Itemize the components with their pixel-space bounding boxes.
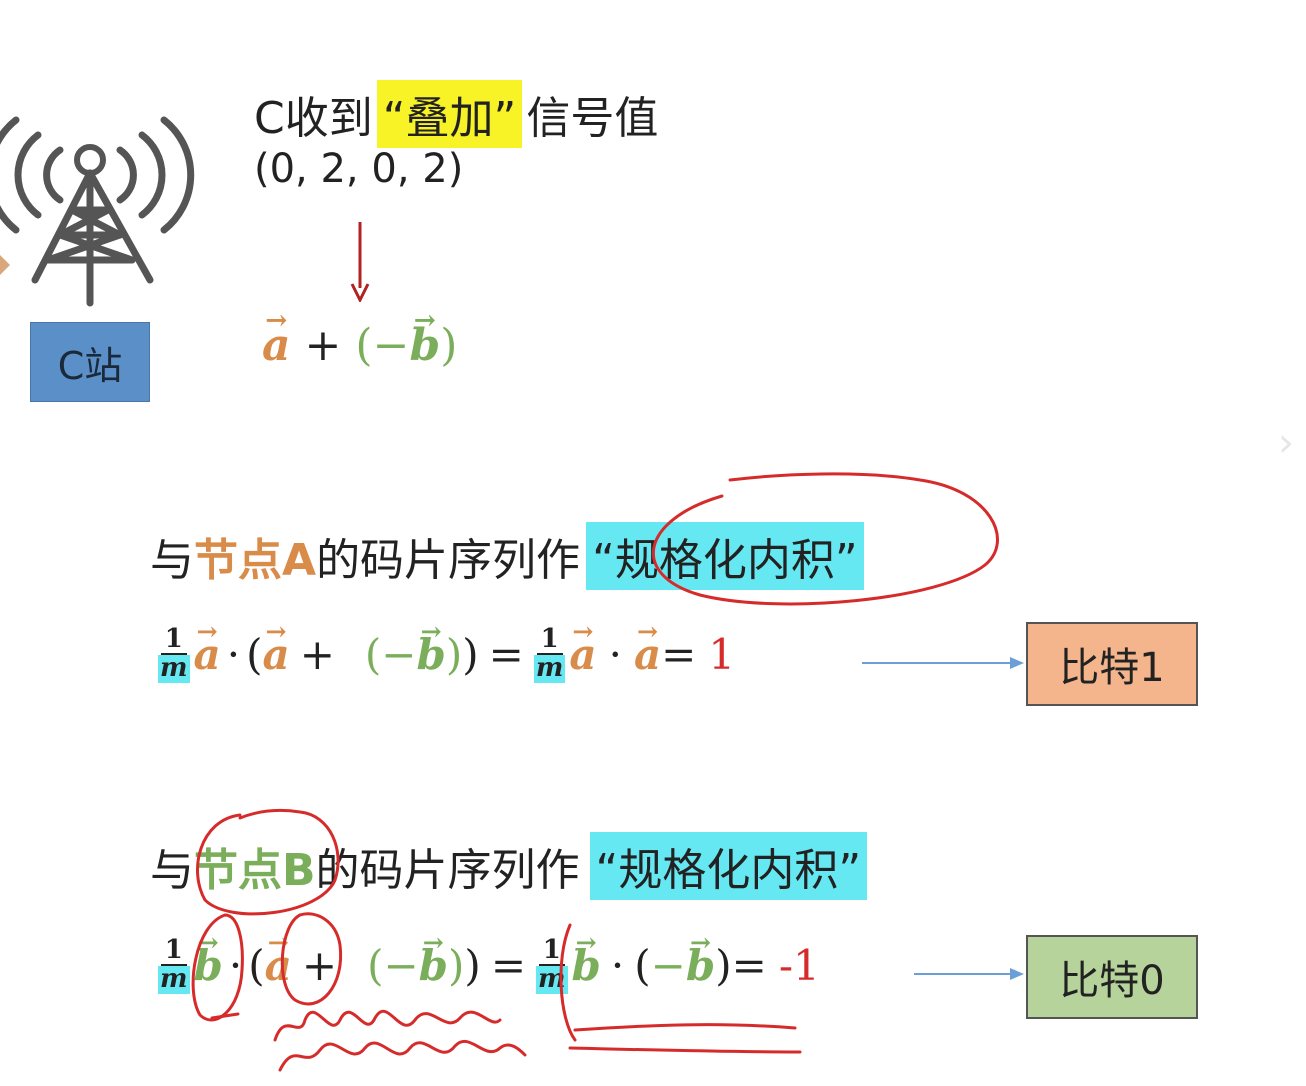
dot-operator: · bbox=[226, 629, 241, 679]
minus-sign: − bbox=[650, 940, 686, 990]
close-paren: ) bbox=[445, 629, 463, 679]
section-a-formula: 1 m a · ( a + (−b)) = 1 m a · a = 1 bbox=[158, 625, 736, 684]
bit0-box: 比特0 bbox=[1026, 935, 1198, 1019]
fraction-one-over-m: 1 m bbox=[158, 625, 190, 684]
dot-operator: · bbox=[610, 940, 625, 990]
minus-sign: − bbox=[381, 629, 417, 679]
dot-operator: · bbox=[228, 940, 243, 990]
result-equals: = bbox=[731, 940, 767, 990]
open-paren: ( bbox=[634, 940, 651, 990]
open-paren: ( bbox=[364, 629, 382, 679]
arrow-right-icon bbox=[914, 968, 1024, 980]
received-signal-line: C收到 “叠加” 信号值 bbox=[254, 80, 658, 148]
received-values: (0, 2, 0, 2) bbox=[254, 146, 464, 192]
close-paren: ) bbox=[462, 629, 479, 679]
section-b-highlight: “规格化内积” bbox=[589, 832, 868, 900]
sum-expression: a + (−b) bbox=[262, 320, 457, 371]
arrow-right-icon bbox=[862, 657, 1024, 669]
result-equals: = bbox=[661, 629, 697, 679]
section-b-formula: 1 m b · ( a + (−b)) = 1 m b · (−b) = -1 bbox=[158, 936, 820, 995]
close-paren: ) bbox=[440, 320, 458, 371]
underline-annotation-1 bbox=[573, 1023, 797, 1032]
vector-b: b bbox=[572, 941, 601, 990]
close-paren: ) bbox=[448, 940, 465, 990]
vector-a: a bbox=[634, 630, 661, 679]
fraction-one-over-m: 1 m bbox=[533, 625, 566, 684]
fraction-denominator: m bbox=[533, 653, 566, 684]
vector-b: b bbox=[419, 941, 448, 990]
plus-sign: + bbox=[299, 629, 335, 679]
equals-sign: = bbox=[490, 940, 527, 990]
fraction-denominator: m bbox=[158, 653, 190, 684]
scribble-annotation-wave-2 bbox=[278, 1039, 527, 1072]
superposition-highlight: “叠加” bbox=[376, 80, 523, 148]
station-label: C站 bbox=[57, 343, 123, 388]
station-label-box: C站 bbox=[30, 322, 150, 402]
minus-sign: − bbox=[372, 320, 410, 371]
received-suffix: 信号值 bbox=[526, 93, 659, 144]
radio-tower-icon bbox=[0, 116, 195, 307]
vector-a: a bbox=[262, 630, 289, 679]
down-arrow-icon bbox=[350, 222, 370, 302]
equals-sign: = bbox=[488, 629, 524, 679]
minus-sign: − bbox=[383, 940, 419, 990]
fraction-numerator: 1 bbox=[536, 625, 563, 656]
vector-a: a bbox=[262, 320, 291, 371]
section-b-heading: 与 节点B 的码片序列作 “规格化内积” bbox=[150, 832, 868, 900]
fraction-numerator: 1 bbox=[538, 936, 565, 967]
section-a-highlight: “规格化内积” bbox=[586, 522, 864, 590]
fraction-numerator: 1 bbox=[160, 936, 187, 967]
plus-sign: + bbox=[304, 320, 342, 371]
fraction-one-over-m: 1 m bbox=[536, 936, 568, 995]
vector-b: b bbox=[194, 941, 223, 990]
chevron-right-icon[interactable]: › bbox=[1278, 420, 1294, 466]
section-a-heading: 与 节点A 的码片序列作 “规格化内积” bbox=[150, 522, 864, 590]
section-b-middle: 的码片序列作 bbox=[315, 845, 580, 896]
vector-a: a bbox=[569, 630, 596, 679]
open-paren: ( bbox=[355, 320, 373, 371]
bit1-box: 比特1 bbox=[1026, 622, 1198, 706]
section-b-prefix: 与 bbox=[150, 845, 194, 896]
bit1-label: 比特1 bbox=[1059, 645, 1165, 691]
fraction-denominator: m bbox=[536, 964, 568, 995]
fraction-numerator: 1 bbox=[160, 625, 187, 656]
section-b-node: 节点B bbox=[194, 845, 316, 896]
received-prefix: C收到 bbox=[254, 93, 373, 144]
vector-b: b bbox=[686, 941, 715, 990]
close-paren: ) bbox=[715, 940, 732, 990]
fraction-one-over-m: 1 m bbox=[158, 936, 190, 995]
section-a-result: 1 bbox=[708, 629, 736, 679]
section-a-node: 节点A bbox=[194, 535, 317, 586]
open-paren: ( bbox=[248, 940, 265, 990]
vector-b: b bbox=[417, 630, 446, 679]
strike-annotation bbox=[210, 1012, 240, 1020]
close-paren: ) bbox=[464, 940, 481, 990]
vector-a: a bbox=[265, 941, 292, 990]
open-paren: ( bbox=[367, 940, 384, 990]
section-a-middle: 的码片序列作 bbox=[316, 535, 581, 586]
section-b-result: -1 bbox=[778, 940, 820, 990]
plus-sign: + bbox=[301, 940, 338, 990]
fraction-denominator: m bbox=[158, 964, 190, 995]
section-a-prefix: 与 bbox=[150, 535, 194, 586]
vector-a: a bbox=[194, 630, 221, 679]
underline-annotation-2 bbox=[568, 1046, 802, 1054]
open-paren: ( bbox=[246, 629, 263, 679]
bit0-label: 比特0 bbox=[1059, 958, 1165, 1004]
vector-b: b bbox=[409, 320, 440, 371]
scribble-annotation-wave-1 bbox=[273, 1009, 502, 1042]
dot-operator: · bbox=[608, 629, 622, 679]
